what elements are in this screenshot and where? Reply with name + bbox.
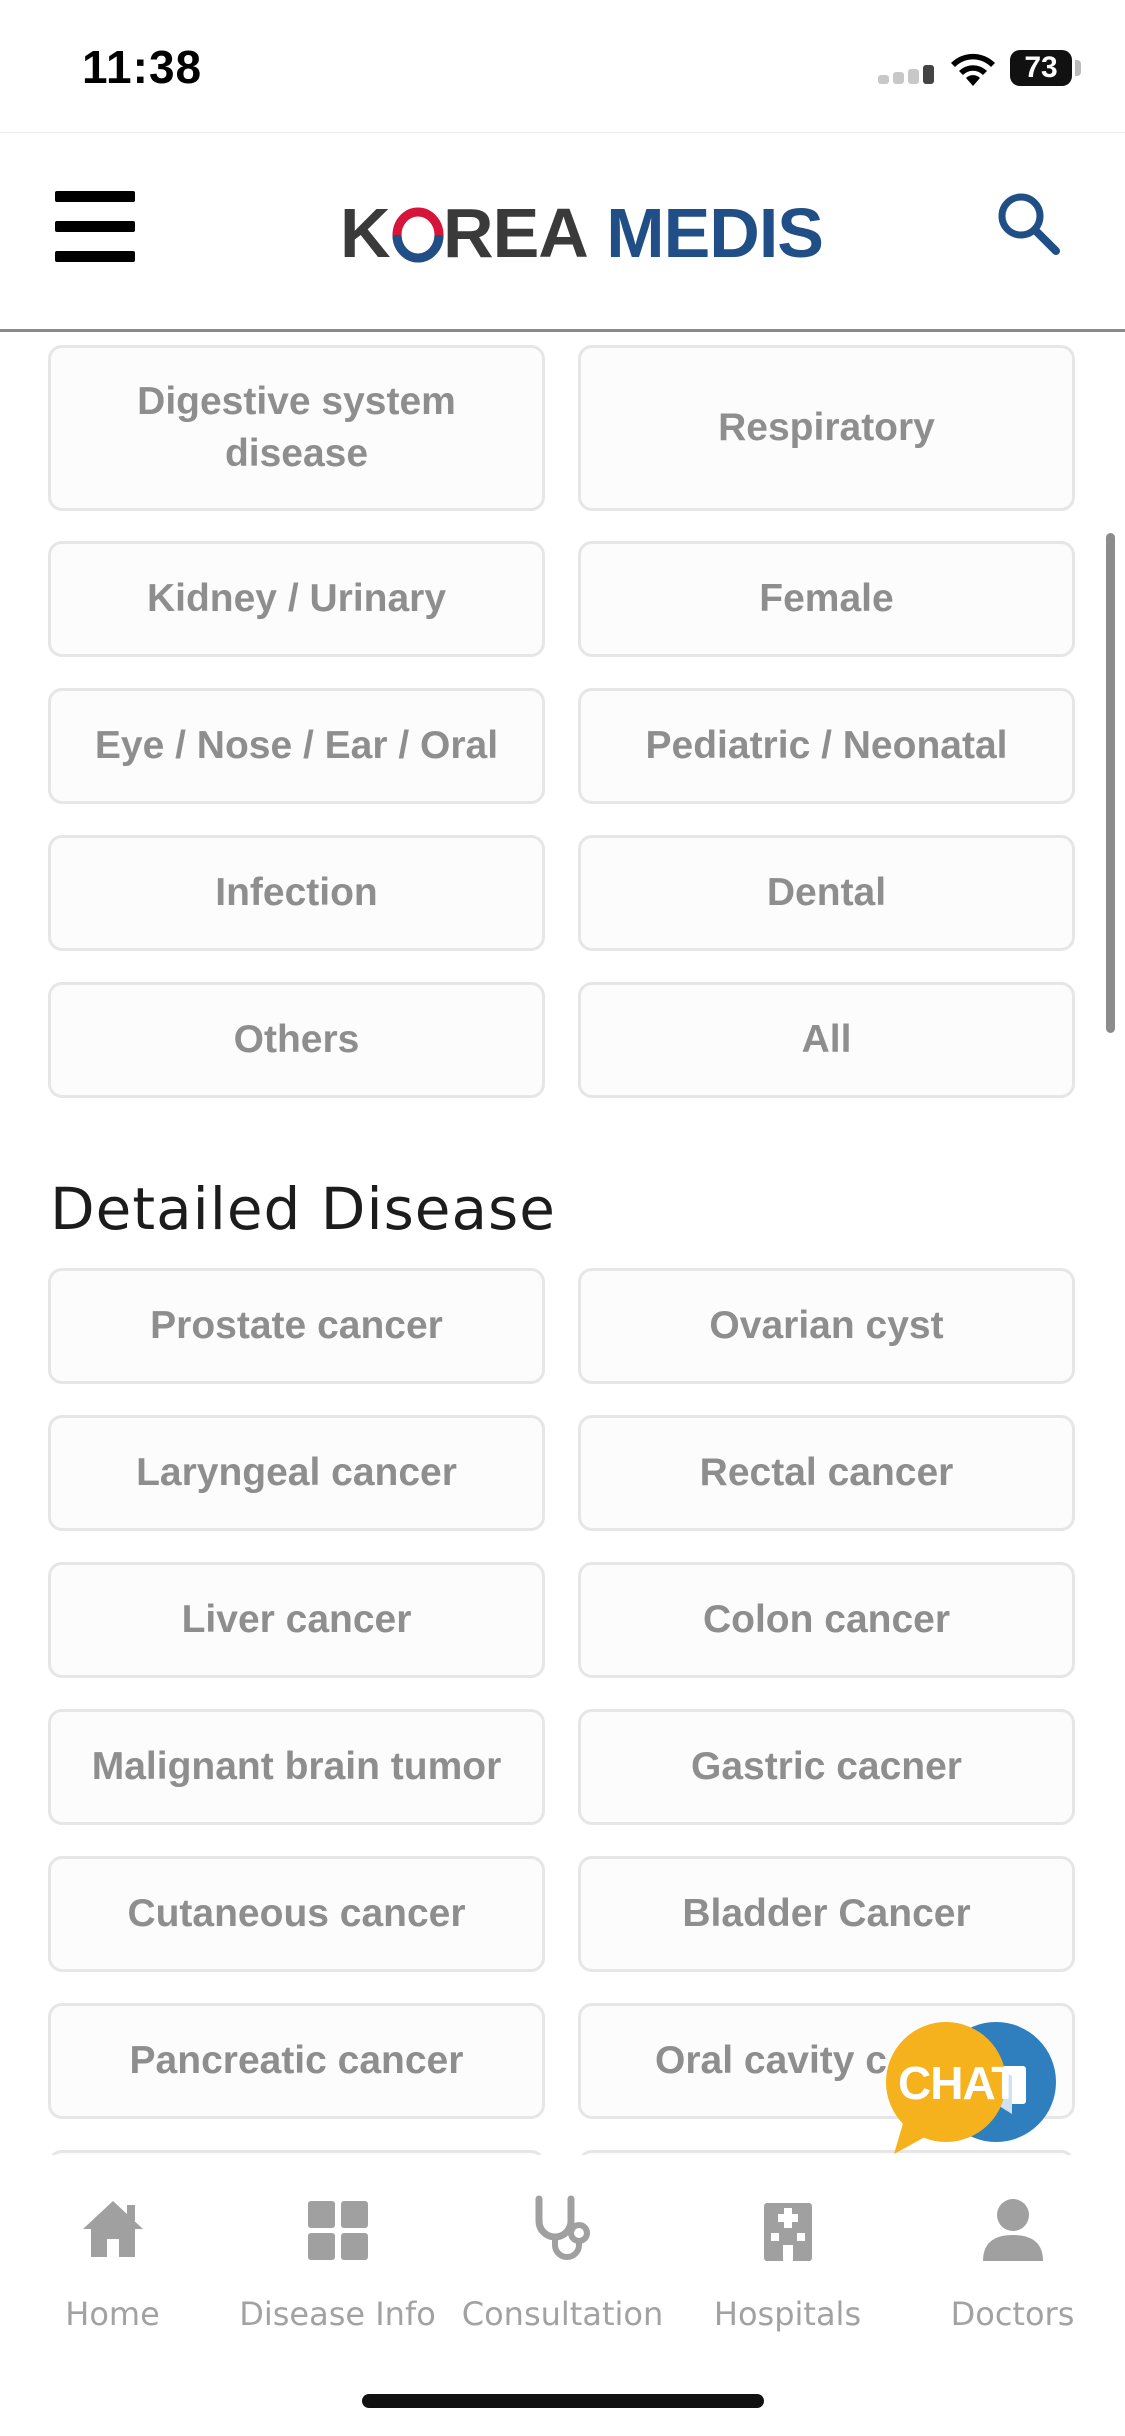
chat-label: CHAT	[898, 2057, 1019, 2109]
tab-consultation[interactable]: Consultation	[450, 2185, 675, 2333]
person-icon	[983, 2199, 1043, 2261]
logo[interactable]: KOREA MEDIS	[340, 193, 824, 273]
logo-letter-o: O	[390, 193, 444, 273]
scrollbar[interactable]	[1106, 533, 1115, 1033]
tab-home[interactable]: Home	[0, 2185, 225, 2333]
battery-icon: 73	[1010, 50, 1072, 86]
home-icon	[83, 2201, 143, 2257]
home-indicator[interactable]	[362, 2394, 764, 2408]
hospital-icon	[764, 2203, 812, 2261]
disease-chip[interactable]: Colon cancer	[578, 1562, 1075, 1678]
taegeuk-icon	[392, 207, 444, 263]
category-chip[interactable]: Infection	[48, 835, 545, 951]
disease-chip[interactable]: Gastric cacner	[578, 1709, 1075, 1825]
disease-chip[interactable]: Cutaneous cancer	[48, 1856, 545, 1972]
logo-text-rea: REA	[443, 194, 589, 272]
app-header: KOREA MEDIS	[0, 132, 1125, 332]
tab-label: Hospitals	[713, 2295, 862, 2333]
category-chip[interactable]: Others	[48, 982, 545, 1098]
tab-label: Consultation	[461, 2295, 664, 2333]
tab-disease-info[interactable]: Disease Info	[225, 2185, 450, 2333]
wifi-icon	[951, 53, 995, 86]
chat-button[interactable]: CHAT	[884, 2020, 1062, 2160]
category-chip[interactable]: Eye / Nose / Ear / Oral	[48, 688, 545, 804]
disease-chip[interactable]: Laryngeal cancer	[48, 1415, 545, 1531]
stethoscope-icon	[535, 2195, 590, 2260]
battery-tip	[1075, 60, 1081, 76]
section-title: Detailed Disease	[50, 1175, 556, 1243]
disease-list-content[interactable]: Digestive system disease Respiratory Kid…	[0, 335, 1125, 2155]
category-chip[interactable]: Female	[578, 541, 1075, 657]
disease-chip[interactable]: Malignant brain tumor	[48, 1709, 545, 1825]
disease-chip[interactable]: Ovarian cyst	[578, 1268, 1075, 1384]
logo-text-medis: MEDIS	[606, 194, 824, 272]
cellular-signal-icon	[878, 60, 936, 84]
search-icon[interactable]	[994, 189, 1062, 257]
category-chip[interactable]: Digestive system disease	[48, 345, 545, 511]
tab-hospitals[interactable]: Hospitals	[675, 2185, 900, 2333]
status-bar: 11:38 73	[0, 0, 1125, 132]
disease-chip[interactable]: Pancreatic cancer	[48, 2003, 545, 2119]
grid-icon	[308, 2201, 368, 2260]
tab-label: Home	[65, 2295, 160, 2333]
status-time: 11:38	[82, 41, 203, 93]
disease-chip[interactable]: Rectal cancer	[578, 1415, 1075, 1531]
tab-doctors[interactable]: Doctors	[900, 2185, 1125, 2333]
disease-chip[interactable]: Liver cancer	[48, 1562, 545, 1678]
tab-label: Disease Info	[239, 2295, 436, 2333]
menu-button[interactable]	[55, 191, 137, 263]
category-chip[interactable]: Dental	[578, 835, 1075, 951]
disease-chip[interactable]: Prostate cancer	[48, 1268, 545, 1384]
category-chip[interactable]: Kidney / Urinary	[48, 541, 545, 657]
category-chip[interactable]: Respiratory	[578, 345, 1075, 511]
tab-label: Doctors	[950, 2295, 1075, 2333]
disease-chip[interactable]: Bladder Cancer	[578, 1856, 1075, 1972]
category-chip[interactable]: All	[578, 982, 1075, 1098]
logo-letter-k: K	[340, 194, 391, 272]
category-chip[interactable]: Pediatric / Neonatal	[578, 688, 1075, 804]
